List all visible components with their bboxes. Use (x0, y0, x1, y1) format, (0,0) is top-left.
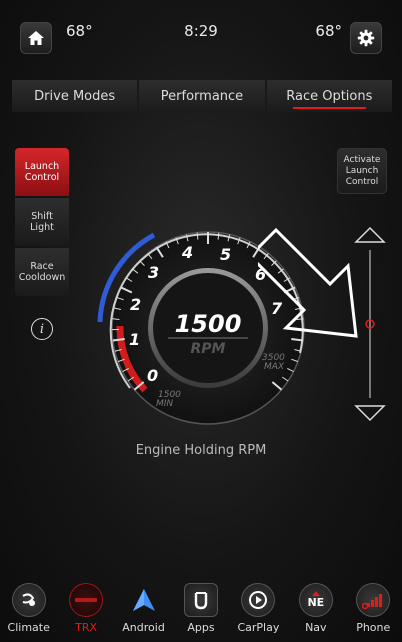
tick-label-3: 3 (148, 263, 159, 282)
tick-label-4: 4 (181, 243, 193, 262)
gauge-tick-mark (112, 318, 120, 320)
rpm-unit: RPM (191, 341, 226, 357)
dock-apps[interactable]: Apps (172, 576, 229, 642)
apps-icon (183, 583, 218, 617)
tab-race-options[interactable]: Race Options (266, 80, 392, 112)
race-cooldown-button[interactable]: Race Cooldown (15, 248, 69, 296)
dock-label-climate: Climate (7, 621, 50, 634)
pointer-arrow-annotation (258, 227, 358, 338)
min-rpm-text: MIN (156, 399, 173, 409)
phone-icon (356, 583, 391, 617)
trx-icon (69, 583, 104, 617)
dock-label-apps: Apps (187, 621, 215, 634)
bottom-dock: Climate TRX Android Apps CarPlay NE Nav (0, 576, 402, 642)
shift-light-button[interactable]: Shift Light (15, 198, 69, 246)
dock-carplay[interactable]: CarPlay (230, 576, 287, 642)
gear-icon (357, 29, 375, 47)
dock-label-carplay: CarPlay (237, 621, 280, 634)
dock-trx[interactable]: TRX (57, 576, 114, 642)
activate-launch-control-button[interactable]: Activate Launch Control (337, 148, 387, 194)
dock-climate[interactable]: Climate (0, 576, 57, 642)
dock-label-phone: Phone (356, 621, 391, 634)
settings-button[interactable] (350, 22, 382, 54)
launch-control-button[interactable]: Launch Control (15, 148, 69, 196)
status-bar: 68° 8:29 68° (0, 0, 402, 62)
tab-performance[interactable]: Performance (139, 80, 265, 112)
gauge-caption: Engine Holding RPM (135, 443, 267, 458)
tab-bar: Drive Modes Performance Race Options (12, 80, 392, 112)
android-auto-icon (127, 583, 161, 617)
rpm-value: 1500 (175, 310, 242, 338)
tick-label-0: 0 (147, 366, 158, 385)
carplay-icon (241, 583, 276, 617)
race-options-menu: Launch Control Shift Light Race Cooldown (15, 148, 69, 298)
climate-icon (11, 583, 46, 617)
tab-drive-modes[interactable]: Drive Modes (12, 80, 138, 112)
dock-label-trx: TRX (75, 621, 98, 634)
temperature-right[interactable]: 68° (315, 22, 342, 40)
max-rpm-text: MAX (264, 362, 285, 372)
tick-label-2: 2 (130, 295, 141, 314)
dock-phone[interactable]: Phone (345, 576, 402, 642)
compass-heading: NE (307, 596, 325, 609)
dock-label-nav: Nav (305, 621, 327, 634)
dock-android[interactable]: Android (115, 576, 172, 642)
dock-nav[interactable]: NE Nav (287, 576, 344, 642)
info-icon[interactable]: i (31, 318, 53, 340)
nav-icon: NE (298, 583, 333, 617)
dock-label-android: Android (122, 621, 165, 634)
tick-label-5: 5 (220, 245, 231, 264)
tick-label-1: 1 (129, 330, 140, 349)
slider-down-arrow[interactable] (354, 405, 386, 422)
